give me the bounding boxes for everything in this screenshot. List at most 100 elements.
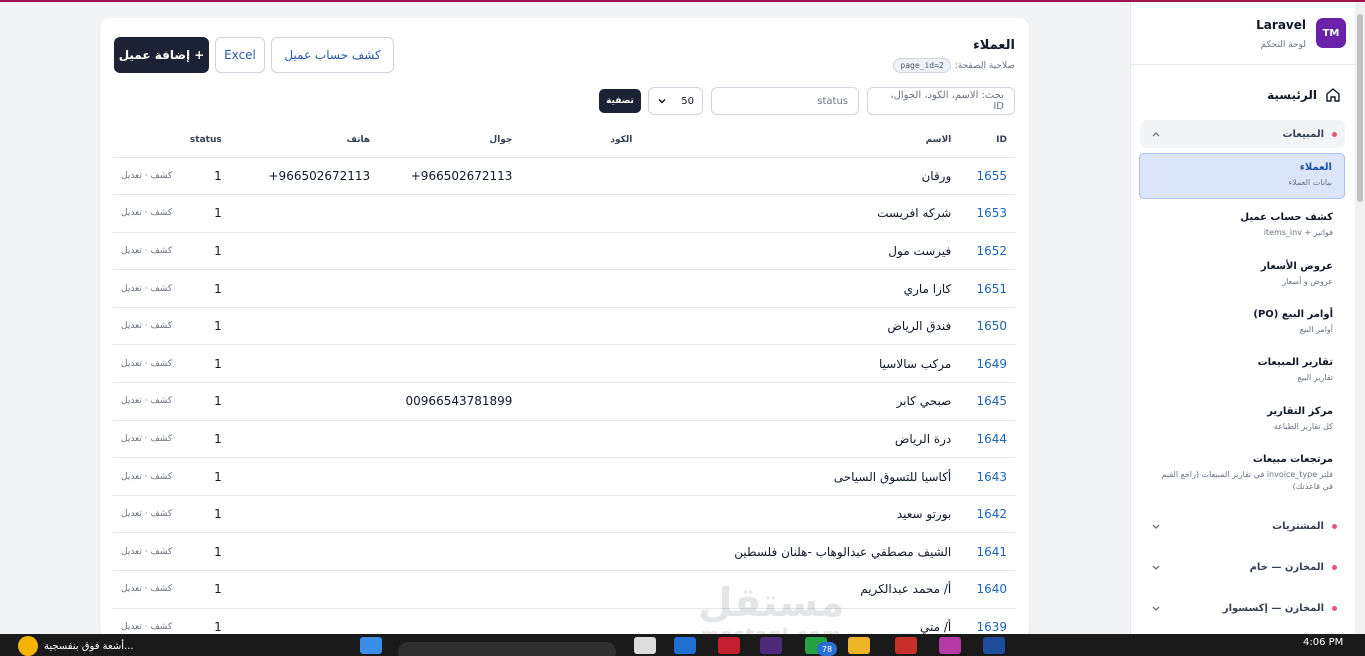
permission-label: صلاحية الصفحة: (954, 60, 1015, 71)
cell-name: صبحي كابر (640, 382, 960, 421)
customers-card: العملاء صلاحية الصفحة: page_id=2 + إضافة… (100, 18, 1029, 638)
sidebar-item-sales-returns[interactable]: مرتجعات مبيعات فلتر invoice_type في تقار… (1139, 446, 1345, 501)
column-header-phone[interactable]: هاتف (229, 123, 379, 158)
search-input[interactable]: بحث: الاسم، الكود، الجوال، ID (867, 87, 1015, 115)
sidebar-section-accessory-stores[interactable]: المخازن — إكسسوار (1140, 594, 1345, 622)
filter-button[interactable]: تصفية (599, 89, 641, 113)
sidebar: TM Laravel لوحة التحكم الرئيسية المبيعات… (1130, 2, 1355, 634)
column-header-status[interactable]: status (180, 123, 230, 158)
cell-id[interactable]: 1652 (959, 232, 1015, 271)
row-actions-link[interactable]: كشف · تعديل (113, 570, 181, 609)
sidebar-item-sales-orders[interactable]: أوامر البيع (PO) أوامر البيع (1139, 301, 1345, 344)
file-icon[interactable] (634, 637, 656, 654)
customer-statement-button[interactable]: كشف حساب عميل (271, 37, 394, 73)
row-actions-link[interactable]: كشف · تعديل (113, 157, 181, 196)
sidebar-section-sales[interactable]: المبيعات (1140, 120, 1345, 148)
cell-phone (229, 570, 379, 609)
cell-status: 1 (180, 344, 230, 384)
cell-status: 1 (180, 420, 230, 459)
photoshop-icon[interactable] (760, 637, 782, 654)
table-header-row: ID الاسم الكود جوال هاتف status (113, 123, 1015, 158)
watermark: مستقل mostaql.com (698, 581, 844, 638)
sidebar-item-reports-center[interactable]: مركز التقارير كل تقارير الطباعة (1139, 398, 1345, 441)
sidebar-section-purchases[interactable]: المشتريات (1140, 512, 1345, 540)
sidebar-item-subtitle: أوامر البيع (1299, 325, 1333, 334)
brand-subtitle: لوحة التحكم (1260, 40, 1306, 50)
sidebar-item-customers[interactable]: العملاء بيانات العملاء (1139, 153, 1345, 199)
cell-phone (229, 269, 379, 308)
sidebar-section-label: المبيعات (1282, 128, 1325, 140)
sidebar-item-subtitle: تقارير البيع (1297, 373, 1333, 382)
taskbar-search[interactable] (398, 642, 616, 656)
filters-bar: بحث: الاسم، الكود، الجوال، ID status 50 … (100, 87, 1029, 115)
taskbar-clock[interactable]: 4:06 PM (1303, 637, 1343, 648)
row-actions-link[interactable]: كشف · تعديل (113, 269, 181, 308)
sidebar-item-quotations[interactable]: عروض الأسعار عروض و أسعار (1139, 253, 1345, 296)
cell-id[interactable]: 1655 (959, 157, 1015, 196)
row-actions-link[interactable]: كشف · تعديل (113, 232, 181, 271)
brand: TM Laravel لوحة التحكم (1136, 16, 1346, 56)
cell-code (520, 157, 641, 196)
cell-name: درة الرياض (640, 420, 960, 459)
edge-icon[interactable] (674, 637, 696, 654)
column-header-mobile[interactable]: جوال (378, 123, 521, 158)
cell-id[interactable]: 1643 (959, 457, 1015, 496)
sidebar-item-sales-reports[interactable]: تقارير المبيعات تقارير البيع (1139, 349, 1345, 392)
cell-phone (229, 344, 379, 384)
page-scrollbar[interactable] (1355, 2, 1365, 634)
add-customer-button[interactable]: + إضافة عميل (114, 37, 209, 73)
weather-text: أشعة فوق بنفسجية... (44, 640, 134, 652)
app-icon-2[interactable] (983, 637, 1005, 654)
row-actions-link[interactable]: كشف · تعديل (113, 457, 181, 496)
cell-name: ورقان (640, 157, 960, 196)
instagram-icon[interactable] (939, 637, 961, 654)
cell-id[interactable]: 1641 (959, 532, 1015, 572)
cell-name: مركب سالاسيا (640, 344, 960, 384)
customers-table: ID الاسم الكود جوال هاتف status 1655 ورقا… (113, 123, 1015, 638)
chrome-icon[interactable] (895, 637, 917, 654)
cell-mobile (378, 570, 521, 609)
cell-id[interactable]: 1640 (959, 570, 1015, 609)
home-icon (1326, 88, 1340, 102)
cell-status: 1 (180, 495, 230, 534)
per-page-select[interactable]: 50 (648, 87, 703, 115)
status-input[interactable]: status (711, 87, 859, 115)
row-actions-link[interactable]: كشف · تعديل (113, 532, 181, 572)
cell-id[interactable]: 1644 (959, 420, 1015, 459)
row-actions-link[interactable]: كشف · تعديل (113, 307, 181, 346)
column-header-id[interactable]: ID (959, 123, 1015, 158)
row-actions-link[interactable]: كشف · تعديل (113, 420, 181, 459)
table-row: 1653 شركه افريست 1 كشف · تعديل (113, 194, 1015, 233)
cell-phone (229, 232, 379, 271)
sidebar-item-customer-statement[interactable]: كشف حساب عميل فواتير + items_inv (1139, 204, 1345, 247)
table-row: 1644 درة الرياض 1 كشف · تعديل (113, 420, 1015, 459)
excel-export-button[interactable]: Excel (215, 37, 265, 73)
cell-id[interactable]: 1645 (959, 382, 1015, 421)
column-header-code[interactable]: الكود (520, 123, 641, 158)
app-icon[interactable] (718, 637, 740, 654)
folder-icon[interactable] (848, 637, 870, 654)
cell-id[interactable]: 1649 (959, 344, 1015, 384)
column-header-name[interactable]: الاسم (640, 123, 960, 158)
row-actions-link[interactable]: كشف · تعديل (113, 495, 181, 534)
table-row: 1643 أكاسيا للتسوق السياحى 1 كشف · تعديل (113, 457, 1015, 496)
row-actions-link[interactable]: كشف · تعديل (113, 194, 181, 233)
page-permission: صلاحية الصفحة: page_id=2 (893, 58, 1015, 73)
section-dot (1332, 605, 1337, 611)
cell-id[interactable]: 1650 (959, 307, 1015, 346)
cell-id[interactable]: 1651 (959, 269, 1015, 308)
cell-id[interactable]: 1653 (959, 194, 1015, 233)
start-icon[interactable] (360, 637, 382, 654)
row-actions-link[interactable]: كشف · تعديل (113, 382, 181, 421)
table-row: 1651 كازا ماري 1 كشف · تعديل (113, 269, 1015, 308)
sidebar-section-raw-stores[interactable]: المخازن — خام (1140, 553, 1345, 581)
sidebar-section-label: المخازن — خام (1249, 561, 1324, 573)
cell-phone (229, 420, 379, 459)
row-actions-link[interactable]: كشف · تعديل (113, 344, 181, 384)
cell-name: الشيف مصطفي عبدالوهاب -هلنان فلسطين (640, 532, 960, 572)
cell-code (520, 232, 641, 271)
sidebar-item-home[interactable]: الرئيسية (1141, 85, 1341, 105)
scrollbar-thumb[interactable] (1357, 14, 1363, 202)
cell-id[interactable]: 1642 (959, 495, 1015, 534)
weather-widget[interactable]: أشعة فوق بنفسجية... (18, 636, 134, 656)
